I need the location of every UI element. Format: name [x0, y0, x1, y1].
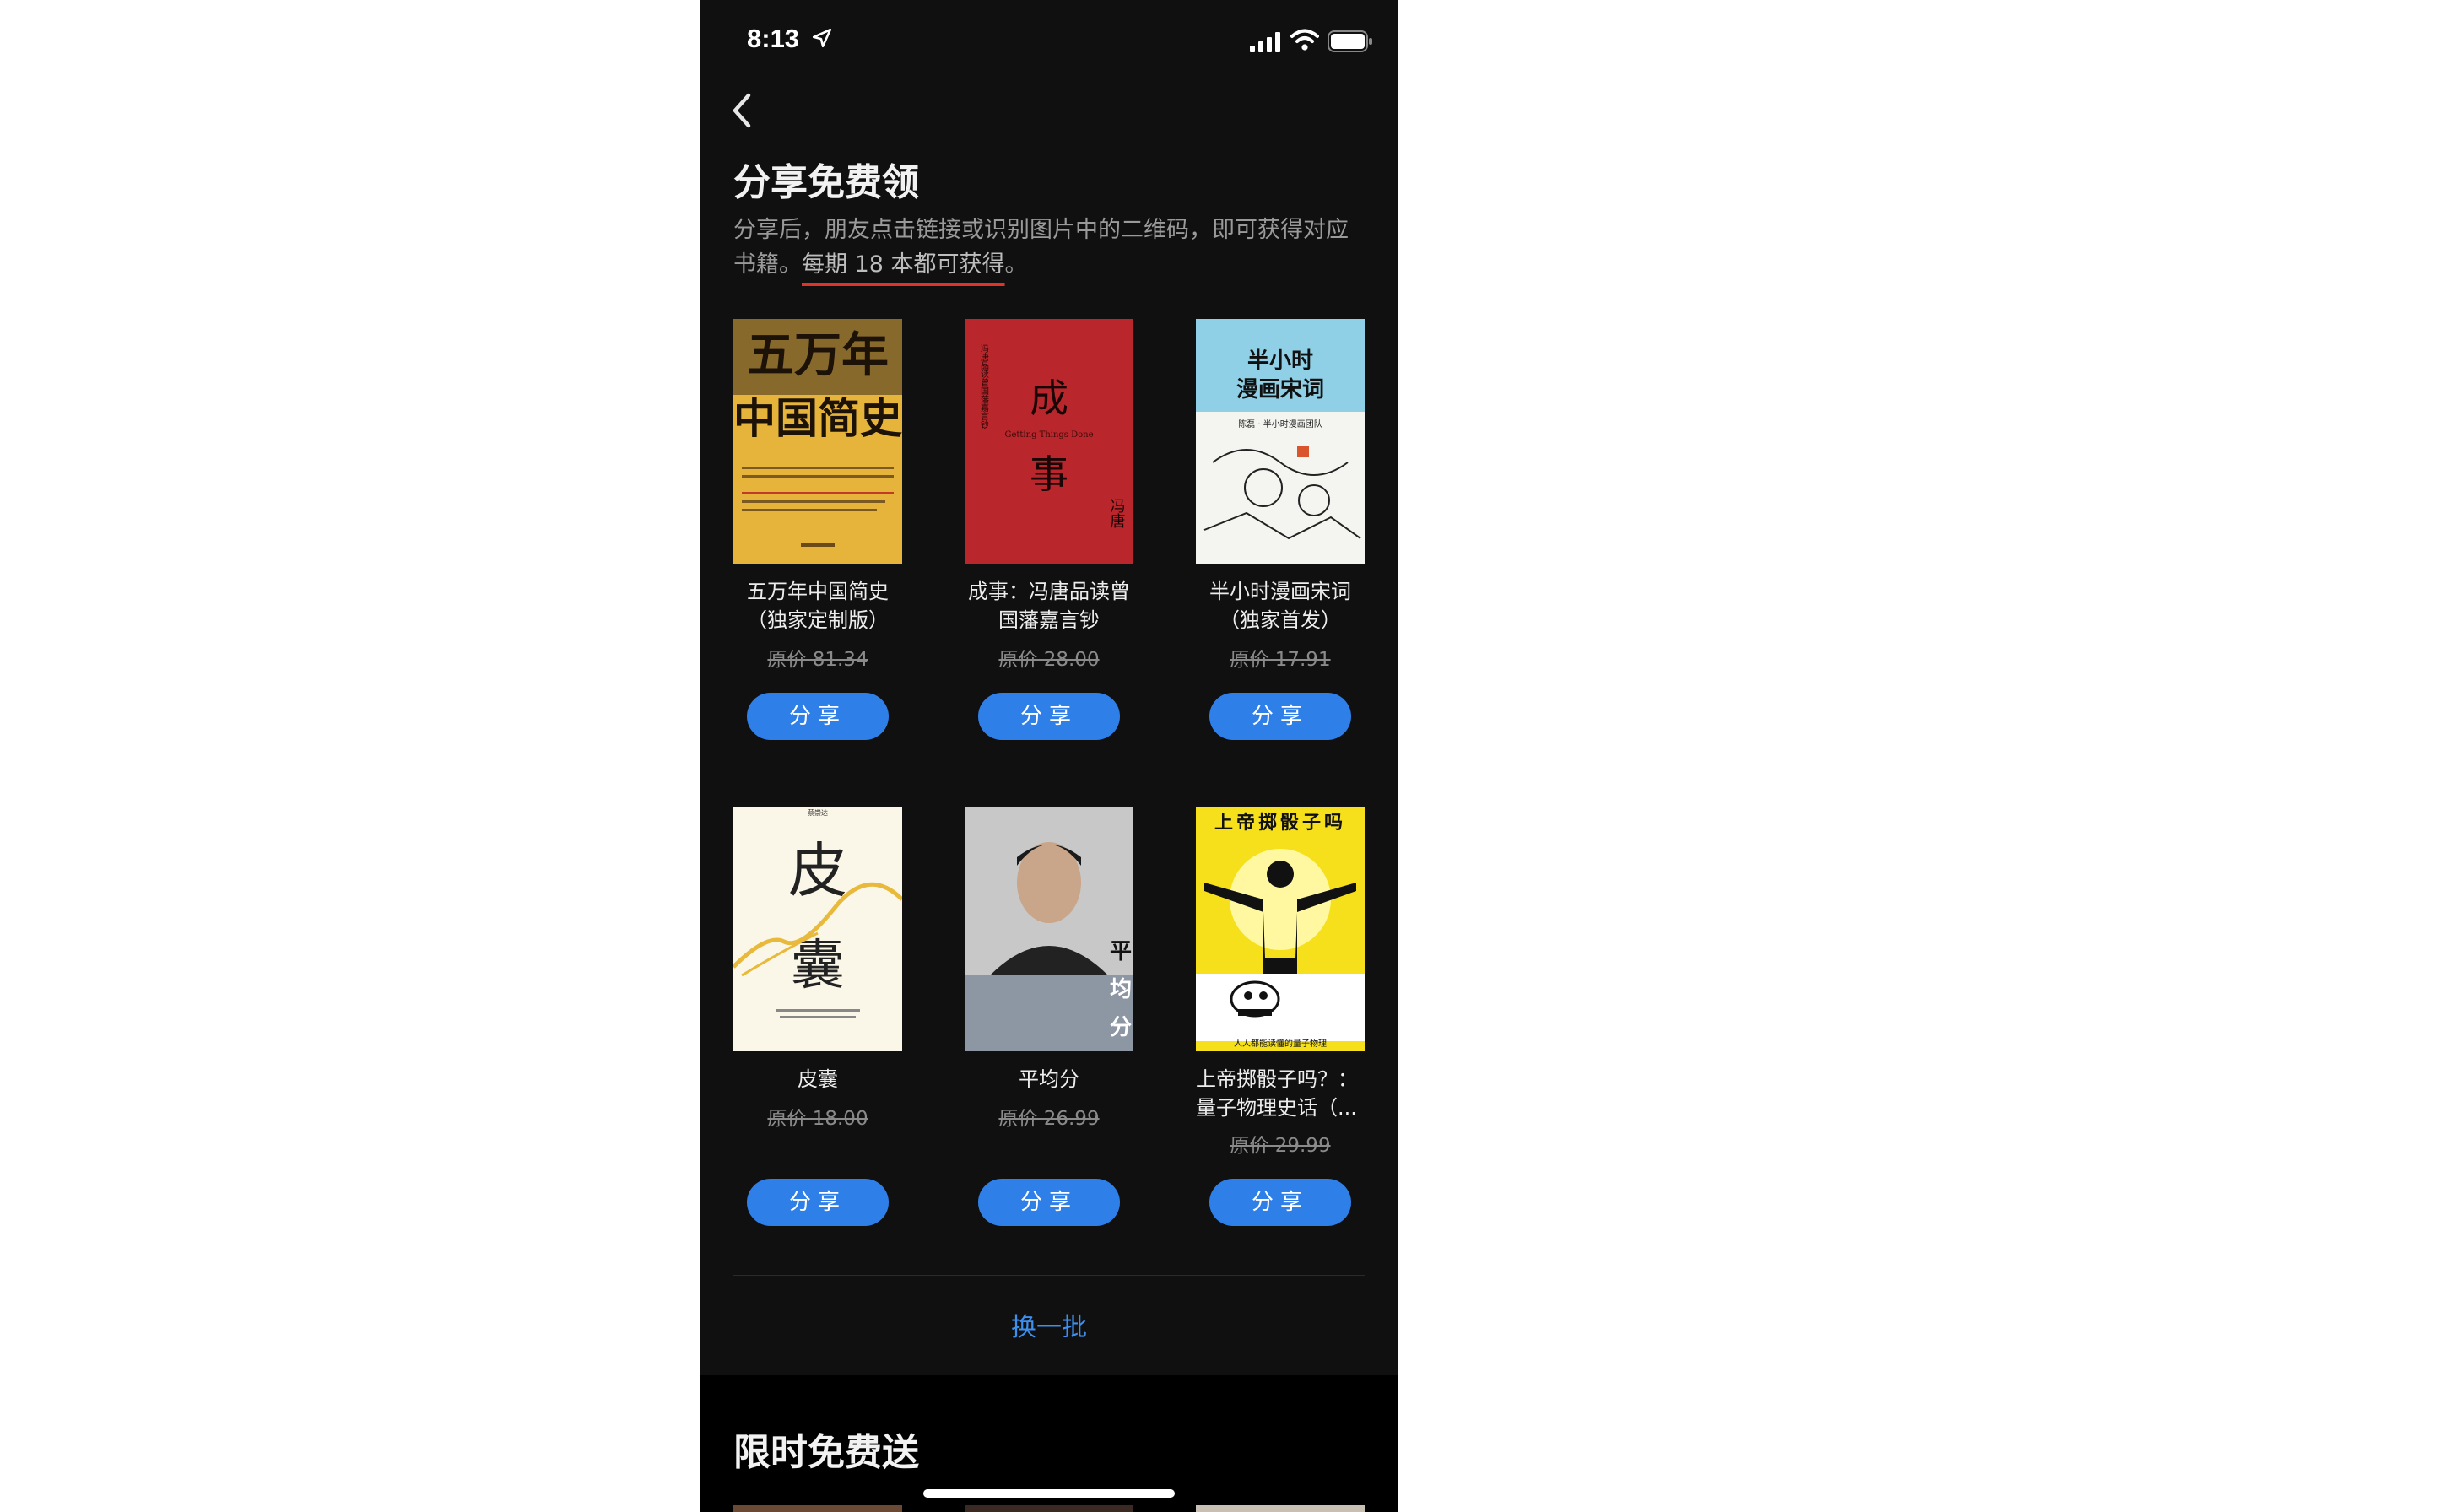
limited-free-section-title: 限时免费送 — [733, 1431, 919, 1474]
cover-title-line-1: 五万年 — [747, 328, 889, 383]
book-cover[interactable]: 上帝掷骰子吗 人人都能读懂的量子物理 — [1196, 807, 1365, 1051]
cover-title: 上帝掷骰子吗 — [1214, 812, 1346, 834]
book-title[interactable]: 皮囊 — [733, 1065, 902, 1094]
description-suffix: 。 — [1004, 251, 1028, 278]
book-price: 原价 81.34 — [767, 649, 868, 671]
cover-title-line-2: 中国简史 — [733, 394, 902, 443]
book-title[interactable]: 半小时漫画宋词（独家首发） — [1196, 577, 1365, 634]
next-book-cover-peek[interactable] — [1196, 1505, 1365, 1512]
next-book-cover-peek[interactable] — [733, 1505, 902, 1512]
share-free-panel — [700, 0, 1398, 1375]
book-title[interactable]: 上帝掷骰子吗？：量子物理史话（... — [1196, 1065, 1365, 1122]
phone-screen: 8:13 分享免费领 分享后，朋友点击链接或识别图片中的二维码，即可获得对应书籍… — [700, 0, 1398, 1512]
cover-subtitle: 人人都能读懂的量子物理 — [1234, 1038, 1327, 1049]
book-price: 原价 18.00 — [767, 1108, 868, 1130]
cover-series: 冯唐品读曾国藩嘉言钞 — [979, 344, 989, 429]
book-cover[interactable]: 五万年 中国简史 — [733, 319, 902, 564]
book-cover[interactable]: 半小时 漫画宋词 陈磊 · 半小时漫画团队 — [1196, 319, 1365, 564]
cover-char-2: 事 — [1030, 451, 1068, 497]
refresh-batch-button[interactable]: 换一批 — [700, 1306, 1398, 1343]
book-title[interactable]: 成事：冯唐品读曾国藩嘉言钞 — [965, 577, 1133, 634]
book-cover-art: 蔡崇达 皮 囊 — [733, 807, 902, 1051]
share-button[interactable]: 分享 — [1209, 693, 1351, 740]
book-price: 原价 28.00 — [998, 649, 1100, 671]
book-cover[interactable]: 成 Getting Things Done 事 冯唐 冯唐品读曾国藩嘉言钞 — [965, 319, 1133, 564]
description-highlight: 每期 18 本都可获得 — [802, 251, 1005, 278]
home-indicator[interactable] — [923, 1489, 1175, 1498]
next-book-cover-peek[interactable] — [965, 1505, 1133, 1512]
cover-author: 陈磊 · 半小时漫画团队 — [1238, 418, 1322, 429]
share-button[interactable]: 分享 — [978, 1179, 1120, 1226]
book-title[interactable]: 五万年中国简史（独家定制版） — [733, 577, 902, 634]
cover-char-2: 均 — [1110, 977, 1132, 1002]
status-bar: 8:13 — [700, 0, 1398, 84]
cover-author: 冯唐 — [1108, 498, 1126, 528]
book-price: 原价 17.91 — [1230, 649, 1331, 671]
share-button[interactable]: 分享 — [978, 693, 1120, 740]
share-button[interactable]: 分享 — [747, 693, 889, 740]
cover-title-line-1: 半小时 — [1247, 348, 1313, 374]
book-cover-art: 五万年 中国简史 — [733, 319, 902, 564]
cellular-signal-icon — [1250, 32, 1280, 52]
share-button[interactable]: 分享 — [747, 1179, 889, 1226]
book-price: 原价 29.99 — [1230, 1135, 1331, 1157]
divider — [733, 1275, 1365, 1276]
cover-subtitle: Getting Things Done — [1004, 430, 1093, 440]
section-title: 分享免费领 — [733, 161, 919, 204]
cover-author: 蔡崇达 — [808, 808, 828, 817]
book-cover-art: 成 Getting Things Done 事 冯唐 冯唐品读曾国藩嘉言钞 — [965, 319, 1133, 564]
cover-char-1: 平 — [1110, 939, 1132, 964]
wifi-icon — [1290, 29, 1319, 51]
book-cover-art: 半小时 漫画宋词 陈磊 · 半小时漫画团队 — [1196, 319, 1365, 564]
book-price: 原价 26.99 — [998, 1108, 1100, 1130]
book-cover-art: 上帝掷骰子吗 人人都能读懂的量子物理 — [1196, 807, 1365, 1051]
cover-title-line-2: 漫画宋词 — [1236, 377, 1324, 402]
back-chevron-icon[interactable] — [725, 89, 759, 132]
section-description: 分享后，朋友点击链接或识别图片中的二维码，即可获得对应书籍。每期 18 本都可获… — [733, 213, 1371, 282]
cover-char-1: 皮 — [788, 836, 847, 905]
book-cover[interactable]: 平 均 分 — [965, 807, 1133, 1051]
location-arrow-icon — [812, 28, 832, 48]
cover-char-1: 成 — [1030, 375, 1068, 421]
share-button[interactable]: 分享 — [1209, 1179, 1351, 1226]
battery-icon — [1328, 30, 1372, 52]
status-time: 8:13 — [747, 24, 800, 53]
book-cover-art: 平 均 分 — [965, 807, 1133, 1051]
book-title[interactable]: 平均分 — [965, 1065, 1133, 1094]
cover-char-3: 分 — [1110, 1015, 1132, 1040]
book-cover[interactable]: 蔡崇达 皮 囊 — [733, 807, 902, 1051]
